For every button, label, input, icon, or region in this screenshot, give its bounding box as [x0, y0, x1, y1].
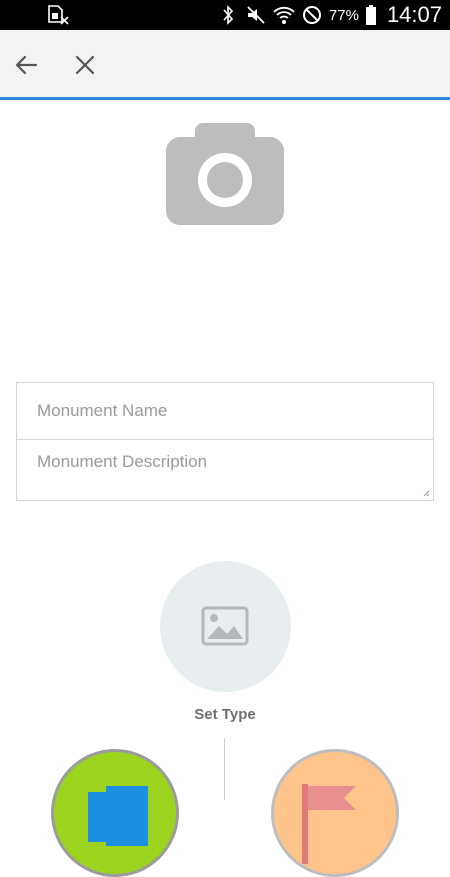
status-bar: 77% 14:07: [0, 0, 450, 30]
do-not-disturb-icon: [301, 4, 323, 26]
set-type-label: Set Type: [194, 706, 256, 723]
back-button[interactable]: [12, 51, 40, 79]
battery-icon: [365, 4, 377, 26]
wifi-icon: [273, 4, 295, 26]
monument-form: [16, 382, 434, 501]
type-option-monument[interactable]: [51, 749, 179, 877]
type-options-divider: [224, 738, 225, 800]
monument-name-input[interactable]: [17, 383, 433, 440]
flag-type-icon: [302, 784, 356, 864]
add-photo-button[interactable]: [165, 121, 285, 227]
clock: 14:07: [386, 2, 442, 27]
image-icon: [201, 606, 249, 646]
app-bar: [0, 30, 450, 100]
set-type-button[interactable]: [160, 561, 291, 692]
mute-icon: [245, 4, 267, 26]
resize-grip-icon[interactable]: [422, 489, 430, 497]
close-icon: [75, 55, 95, 75]
camera-icon: [166, 123, 284, 225]
sim-card-off-icon: [46, 5, 70, 25]
monument-description-input[interactable]: [17, 440, 433, 500]
battery-percent: 77%: [328, 6, 359, 24]
arrow-left-icon: [15, 55, 38, 75]
type-option-flag[interactable]: [271, 749, 399, 877]
bluetooth-icon: [217, 4, 239, 26]
monument-type-icon: [88, 786, 148, 846]
close-button[interactable]: [71, 51, 99, 79]
